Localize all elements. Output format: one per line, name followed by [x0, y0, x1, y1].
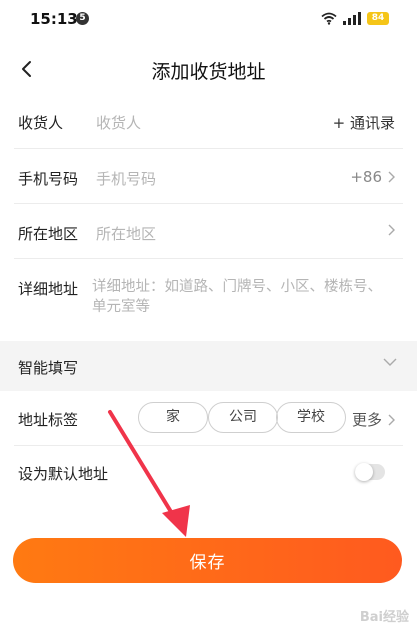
address-tags-row: 地址标签 家 公司 学校 更多	[14, 391, 403, 446]
recipient-row: 收货人 收货人 + 通讯录	[14, 93, 403, 149]
default-address-row: 设为默认地址	[14, 446, 403, 498]
smart-fill-label: 智能填写	[18, 359, 79, 377]
detail-address-row: 详细地址 详细地址：如道路、门牌号、小区、楼栋号、单元室等	[14, 259, 403, 335]
phone-row: 手机号码 手机号码 +86	[14, 149, 403, 204]
region-input[interactable]: 所在地区	[96, 223, 156, 244]
status-icons: 84	[321, 12, 389, 25]
save-button[interactable]: 保存	[13, 538, 402, 583]
more-tags-button[interactable]: 更多	[352, 409, 395, 430]
detail-address-input[interactable]: 详细地址：如道路、门牌号、小区、楼栋号、单元室等	[92, 277, 392, 317]
phone-label: 手机号码	[18, 170, 79, 188]
default-address-label: 设为默认地址	[18, 465, 109, 483]
address-form: 收货人 收货人 + 通讯录 手机号码 手机号码 +86 所在地区 所在地区 详细…	[0, 93, 417, 335]
recipient-label: 收货人	[18, 114, 64, 132]
chevron-right-icon	[388, 224, 395, 236]
smart-fill-section[interactable]: 智能填写	[0, 341, 417, 391]
chevron-right-icon	[388, 171, 395, 183]
recipient-input[interactable]: 收货人	[96, 112, 141, 133]
region-chevron	[388, 224, 395, 236]
page-title: 添加收货地址	[151, 61, 266, 83]
status-bar: 15:13 5 84	[0, 0, 417, 40]
default-address-toggle[interactable]	[355, 463, 385, 481]
chevron-down-icon	[383, 358, 397, 366]
chevron-right-icon	[388, 414, 395, 425]
address-tags-label: 地址标签	[18, 411, 79, 429]
toggle-knob	[355, 463, 373, 481]
battery-icon: 84	[367, 12, 389, 25]
detail-address-label: 详细地址	[18, 280, 79, 298]
region-row[interactable]: 所在地区 所在地区	[14, 204, 403, 259]
region-label: 所在地区	[18, 225, 79, 243]
phone-input[interactable]: 手机号码	[96, 168, 156, 189]
notification-badge: 5	[76, 12, 89, 25]
signal-icon	[343, 12, 361, 25]
tag-school[interactable]: 学校	[276, 402, 346, 433]
country-code: +86	[350, 168, 382, 186]
watermark: Bai经验	[359, 610, 409, 625]
wifi-icon	[321, 12, 337, 25]
nav-bar: 添加收货地址	[0, 40, 417, 98]
tag-home[interactable]: 家	[138, 402, 208, 433]
contacts-button[interactable]: + 通讯录	[333, 112, 395, 133]
more-tags-label: 更多	[351, 411, 382, 429]
tag-company[interactable]: 公司	[208, 402, 278, 433]
status-time: 15:13	[30, 10, 78, 28]
country-code-selector[interactable]: +86	[350, 168, 395, 186]
